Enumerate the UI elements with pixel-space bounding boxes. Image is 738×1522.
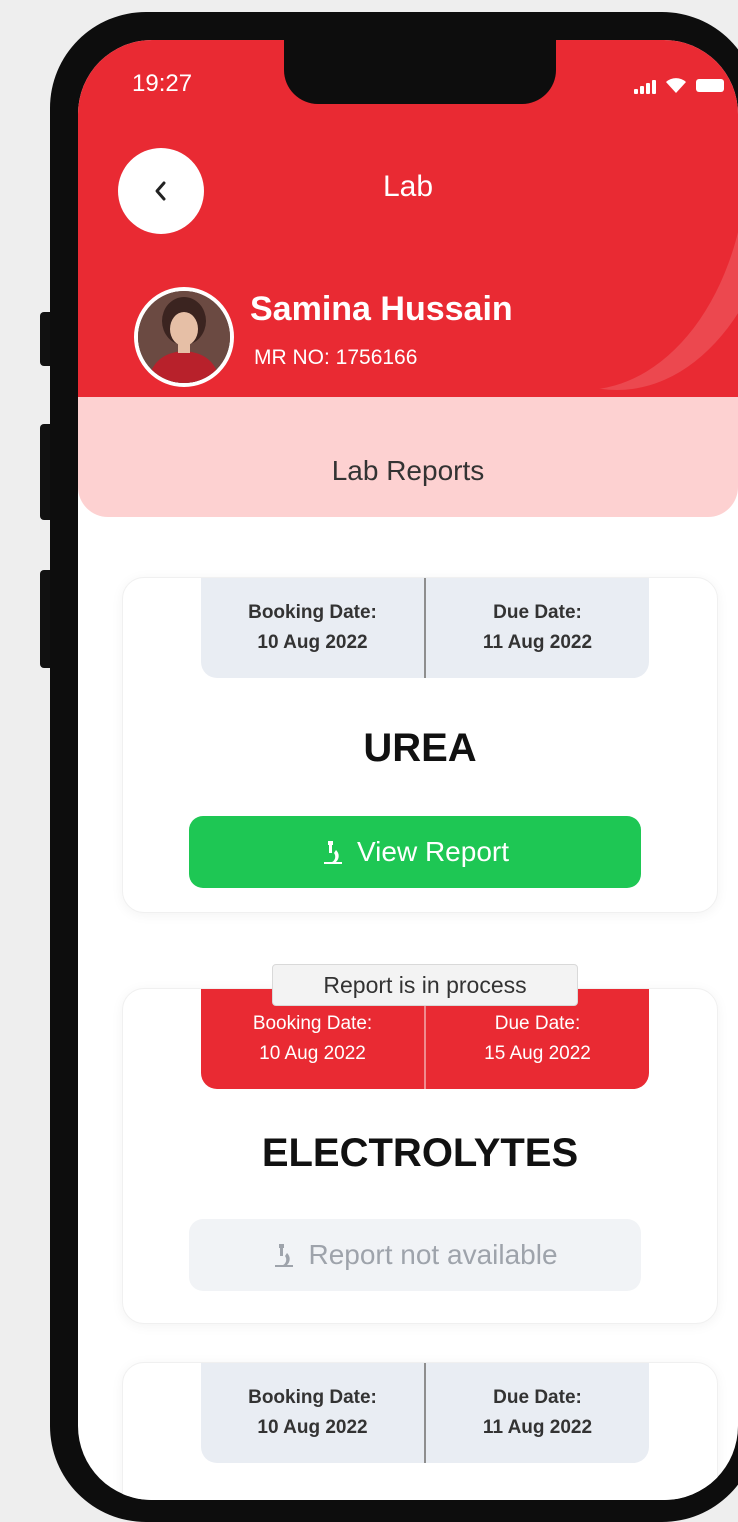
booking-date-label: Booking Date: bbox=[248, 1387, 377, 1408]
due-date: Due Date: 11 Aug 2022 bbox=[424, 578, 649, 678]
patient-mr-number: MR NO: 1756166 bbox=[254, 346, 418, 369]
report-not-available-button: Report not available bbox=[189, 1219, 641, 1291]
report-card: Booking Date: 10 Aug 2022 Due Date: 11 A… bbox=[122, 577, 718, 913]
due-date: Due Date: 11 Aug 2022 bbox=[424, 1363, 649, 1463]
signal-icon bbox=[634, 80, 656, 94]
due-date-label: Due Date: bbox=[493, 602, 582, 623]
lab-reports-bar: Lab Reports bbox=[78, 397, 738, 517]
test-name: UREA bbox=[363, 726, 477, 770]
due-date-label: Due Date: bbox=[493, 1387, 582, 1408]
status-icons bbox=[634, 76, 724, 94]
avatar-image bbox=[138, 291, 230, 383]
test-name: ELECTROLYTES bbox=[261, 1131, 579, 1175]
date-panel: Booking Date: 10 Aug 2022 Due Date: 11 A… bbox=[201, 578, 649, 678]
microscope-icon bbox=[323, 841, 342, 864]
patient-name: Samina Hussain bbox=[250, 290, 513, 328]
report-card: Booking Date: 10 Aug 2022 Due Date: 15 A… bbox=[122, 988, 718, 1324]
due-date-value: 15 Aug 2022 bbox=[484, 1043, 591, 1064]
patient-avatar bbox=[134, 287, 234, 387]
booking-date-value: 10 Aug 2022 bbox=[257, 632, 368, 653]
date-panel: Booking Date: 10 Aug 2022 Due Date: 11 A… bbox=[201, 1363, 649, 1463]
wifi-icon bbox=[666, 78, 686, 93]
app-header: 19:27 Lab Samina Hussain MR NO: 1756166 bbox=[78, 40, 738, 425]
booking-date-label: Booking Date: bbox=[252, 1013, 373, 1034]
phone-notch bbox=[284, 40, 556, 104]
report-card: Booking Date: 10 Aug 2022 Due Date: 11 A… bbox=[122, 1362, 718, 1500]
due-date-value: 11 Aug 2022 bbox=[482, 1417, 593, 1438]
report-not-available-label: Report not available bbox=[308, 1239, 558, 1270]
report-status-badge: Report is in process bbox=[272, 964, 578, 1006]
due-date-label: Due Date: bbox=[494, 1013, 581, 1034]
booking-date-label: Booking Date: bbox=[248, 602, 377, 623]
microscope-icon bbox=[275, 1244, 294, 1267]
page-title: Lab bbox=[382, 170, 434, 203]
view-report-button[interactable]: View Report bbox=[189, 816, 641, 888]
due-date-value: 11 Aug 2022 bbox=[482, 632, 593, 653]
booking-date: Booking Date: 10 Aug 2022 bbox=[201, 578, 424, 678]
battery-icon bbox=[696, 79, 724, 92]
booking-date-value: 10 Aug 2022 bbox=[257, 1417, 368, 1438]
booking-date: Booking Date: 10 Aug 2022 bbox=[201, 1363, 424, 1463]
section-title: Lab Reports bbox=[331, 455, 485, 486]
app-screen: 19:27 Lab Samina Hussain MR NO: 1756166 … bbox=[78, 40, 738, 1500]
status-time: 19:27 bbox=[132, 70, 193, 97]
view-report-label: View Report bbox=[356, 836, 509, 867]
booking-date-value: 10 Aug 2022 bbox=[259, 1043, 366, 1064]
